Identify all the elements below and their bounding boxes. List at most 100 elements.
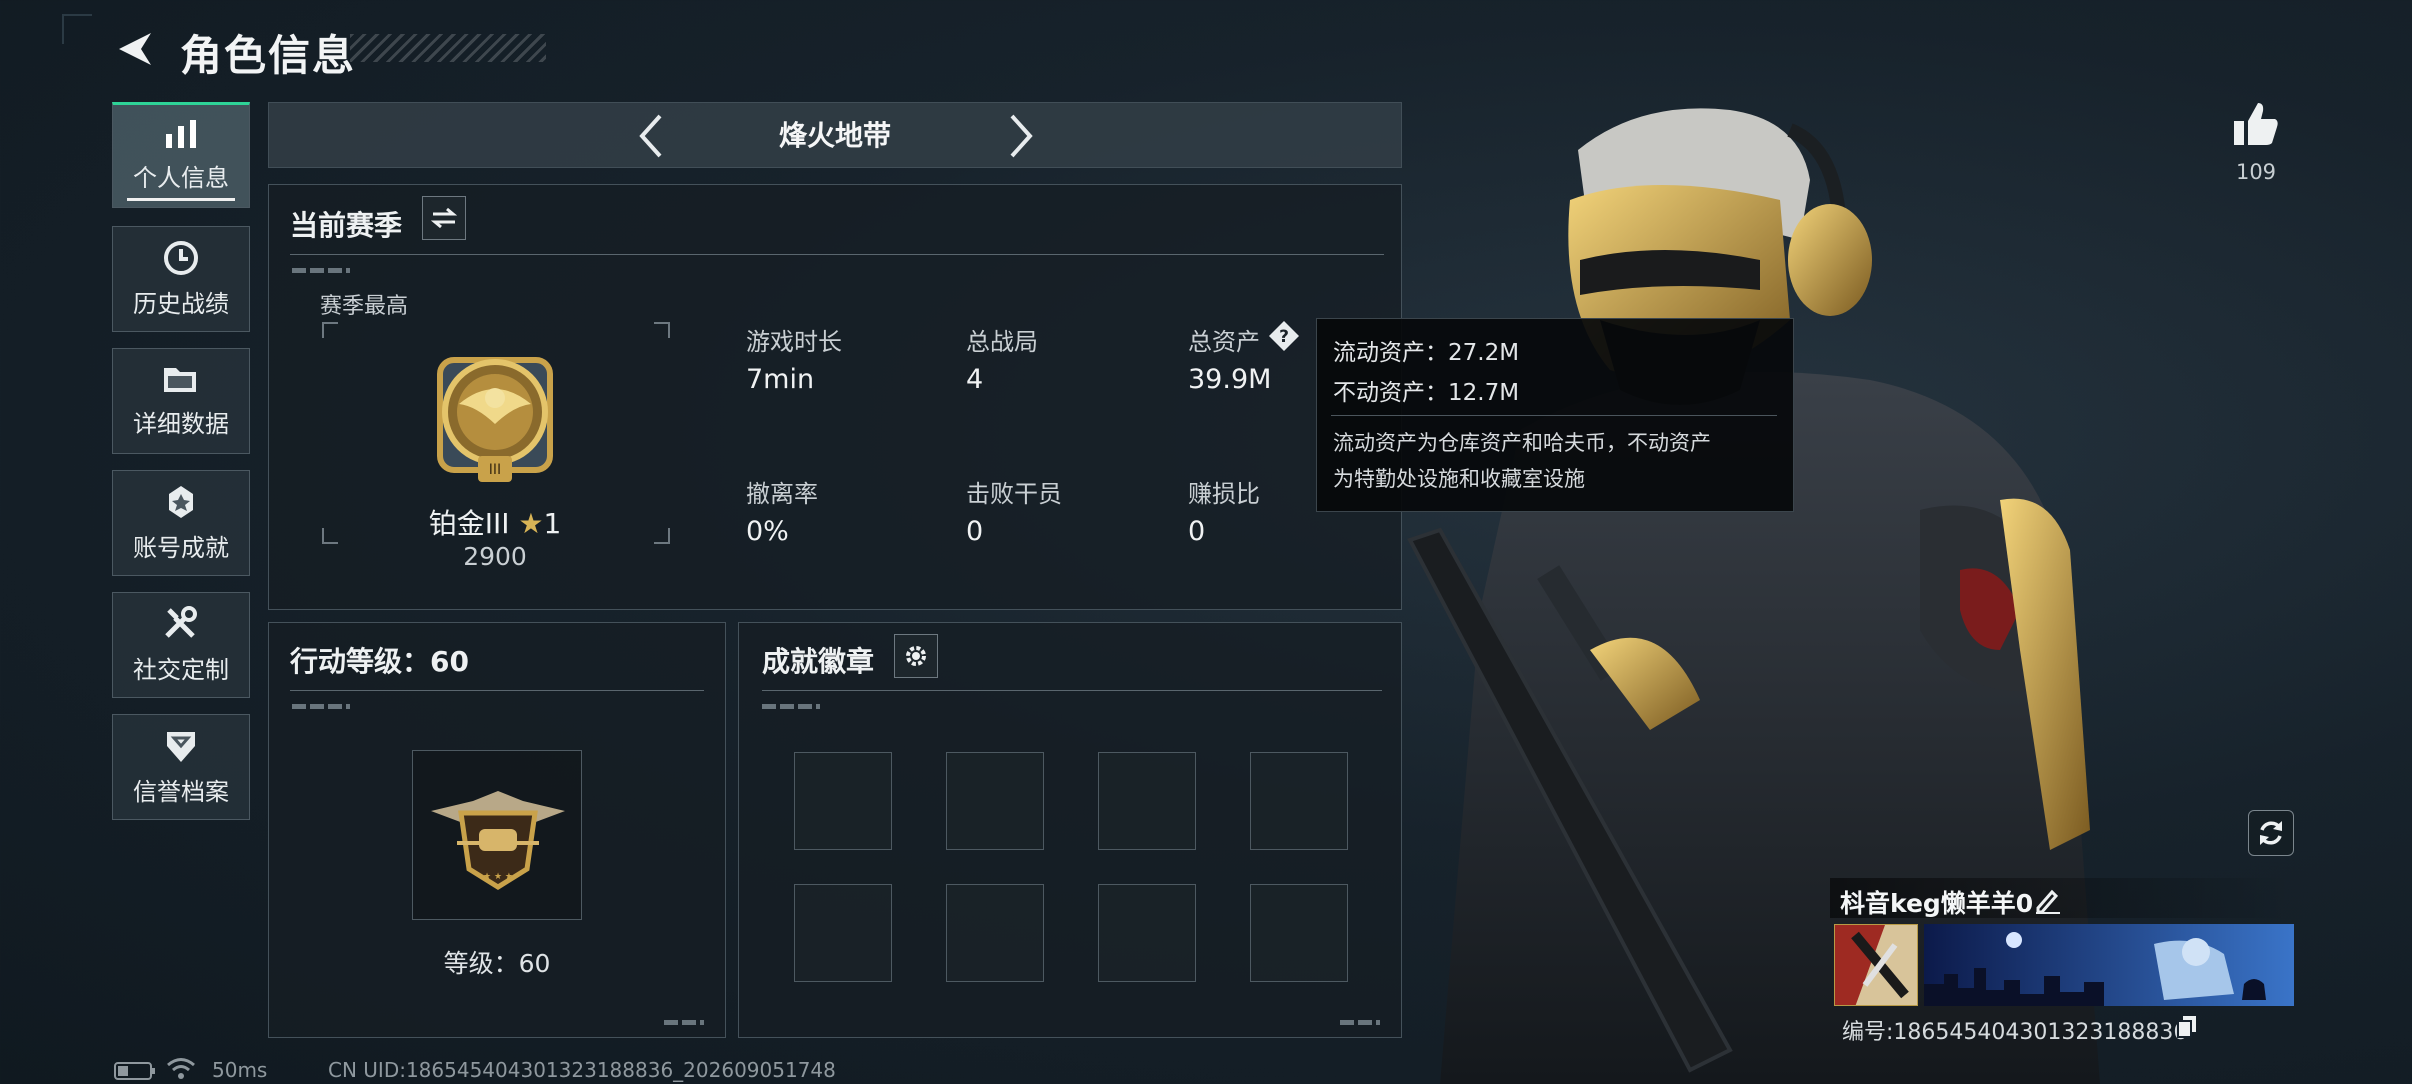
- svg-text:?: ?: [1279, 327, 1289, 347]
- sidebar-item-detailed-data[interactable]: 详细数据: [112, 348, 250, 454]
- stat-value-total-matches: 4: [966, 364, 984, 395]
- page-title: 角色信息: [180, 31, 357, 80]
- sidebar-item-label: 账号成就: [133, 533, 229, 562]
- wifi-icon: [166, 1056, 196, 1082]
- stat-label-play-time: 游戏时长: [746, 328, 842, 356]
- achievement-badges-title: 成就徽章: [762, 645, 875, 678]
- tools-icon: [163, 605, 199, 642]
- back-button[interactable]: [110, 24, 160, 74]
- sidebar-item-label: 社交定制: [133, 655, 229, 684]
- gear-icon: [906, 646, 926, 666]
- stat-label-total-assets: 总资产: [1188, 328, 1260, 356]
- sidebar-item-history[interactable]: 历史战绩: [112, 226, 250, 332]
- svg-text:III: III: [489, 462, 501, 478]
- badge-icon: [163, 728, 199, 764]
- divider: [290, 254, 1384, 255]
- clock-icon: [163, 240, 199, 276]
- badge-slot[interactable]: [1250, 884, 1348, 982]
- folder-icon: [162, 364, 200, 396]
- corner-deco: [62, 14, 64, 44]
- prev-mode-button[interactable]: [630, 108, 670, 164]
- like-count: 109: [2235, 160, 2277, 184]
- corner-deco: [62, 14, 92, 16]
- chevron-right-icon: [1010, 114, 1033, 158]
- stat-label-extraction-rate: 撤离率: [746, 480, 818, 508]
- badge-settings-button[interactable]: [894, 634, 938, 678]
- sidebar-item-label: 个人信息: [133, 163, 229, 192]
- rank-name: 铂金III: [428, 507, 510, 540]
- season-panel-title: 当前赛季: [290, 209, 403, 242]
- svg-text:★ ★ ★: ★ ★ ★: [483, 872, 513, 882]
- title-hatch-deco: [350, 34, 546, 62]
- switch-season-button[interactable]: [422, 196, 466, 240]
- stat-label-profit-ratio: 赚损比: [1188, 480, 1260, 508]
- sidebar-item-label: 历史战绩: [133, 289, 229, 318]
- next-mode-button[interactable]: [1002, 108, 1042, 164]
- profile-banner[interactable]: [1924, 924, 2294, 1006]
- stat-value-operators-defeated: 0: [966, 516, 984, 547]
- action-level-title: 行动等级：60: [290, 645, 469, 678]
- player-name: 枓音keg懒羊羊0: [1840, 889, 2034, 918]
- divider-dash: [292, 704, 350, 709]
- uid-text: CN UID:18654540430132318883​6_2026090517…: [328, 1058, 836, 1082]
- star-icon: ★: [518, 507, 544, 540]
- stat-value-extraction-rate: 0%: [746, 516, 789, 547]
- badge-slot[interactable]: [1250, 752, 1348, 850]
- badge-slot[interactable]: [794, 752, 892, 850]
- divider-dash: [762, 704, 820, 709]
- sidebar-item-personal-info[interactable]: 个人信息: [112, 102, 250, 208]
- ping-text: 50ms: [212, 1058, 268, 1082]
- chevron-left-icon: [639, 114, 662, 158]
- help-icon[interactable]: ?: [1268, 320, 1300, 352]
- corner-dash: [1340, 1020, 1380, 1025]
- avatar[interactable]: [1834, 924, 1918, 1006]
- divider-dash: [292, 268, 350, 273]
- mode-title: 烽火地带: [778, 119, 891, 152]
- level-emblem: ★ ★ ★: [412, 750, 582, 920]
- stat-value-total-assets: 39.9M: [1188, 364, 1272, 395]
- copy-icon: [2177, 1016, 2196, 1038]
- battery-icon: [114, 1062, 156, 1080]
- bar-chart-icon: [164, 119, 198, 150]
- back-arrow-icon: [119, 33, 151, 65]
- sidebar-item-label: 详细数据: [133, 409, 229, 438]
- like-button[interactable]: [2228, 96, 2284, 152]
- badge-slot[interactable]: [1098, 752, 1196, 850]
- divider: [762, 690, 1382, 691]
- tooltip-fixed-assets: 不动资产：12.7M: [1333, 380, 1520, 406]
- tooltip-divider: [1331, 415, 1777, 416]
- stat-value-profit-ratio: 0: [1188, 516, 1206, 547]
- badge-slot[interactable]: [1098, 884, 1196, 982]
- thumbs-up-icon: [2234, 103, 2278, 145]
- copy-id-button[interactable]: [2176, 1014, 2198, 1038]
- frame-corner: [322, 322, 338, 338]
- badge-slot[interactable]: [946, 884, 1044, 982]
- badge-slot[interactable]: [794, 884, 892, 982]
- swap-icon: [431, 207, 457, 229]
- refresh-icon: [2260, 821, 2282, 845]
- sidebar-item-social-custom[interactable]: 社交定制: [112, 592, 250, 698]
- rank-emblem: III: [414, 334, 576, 496]
- stat-label-operators-defeated: 击败干员: [966, 480, 1062, 508]
- sidebar-item-label: 信誉档案: [133, 777, 229, 806]
- stat-label-total-matches: 总战局: [966, 328, 1038, 356]
- tooltip-liquid-assets: 流动资产：27.2M: [1333, 340, 1520, 366]
- tooltip-desc-line2: 为特勤处设施和收藏室设施: [1333, 467, 1585, 491]
- stat-value-play-time: 7min: [746, 364, 815, 395]
- badge-slot[interactable]: [946, 752, 1044, 850]
- divider: [290, 690, 704, 691]
- tooltip-desc-line1: 流动资产为仓库资产和哈夫币，不动资产: [1333, 431, 1711, 455]
- sidebar-item-account-achievement[interactable]: 账号成就: [112, 470, 250, 576]
- frame-corner: [654, 528, 670, 544]
- frame-corner: [654, 322, 670, 338]
- rotate-view-button[interactable]: [2248, 810, 2294, 856]
- assets-tooltip: 流动资产：27.2M 不动资产：12.7M 流动资产为仓库资产和哈夫币，不动资产…: [1316, 318, 1794, 512]
- frame-corner: [322, 528, 338, 544]
- sidebar-item-reputation[interactable]: 信誉档案: [112, 714, 250, 820]
- edit-name-button[interactable]: [2034, 886, 2062, 914]
- season-best-label: 赛季最高: [320, 294, 409, 319]
- achievement-icon: [163, 484, 199, 520]
- rank-name-row: 铂金III ★1: [410, 502, 580, 542]
- corner-dash: [664, 1020, 704, 1025]
- level-text: 等级：60: [443, 949, 551, 978]
